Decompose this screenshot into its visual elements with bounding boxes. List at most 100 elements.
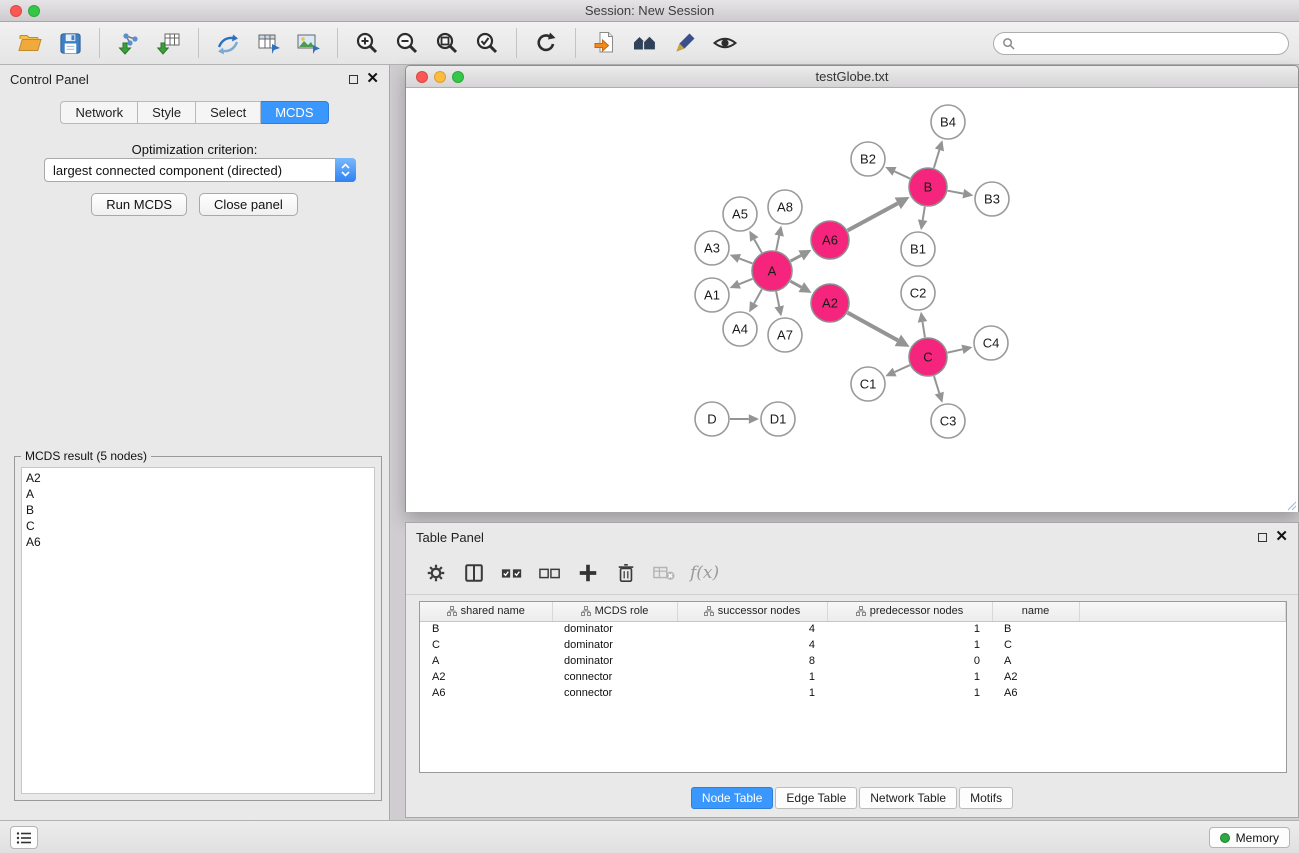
column-header-name[interactable]: name: [992, 602, 1079, 621]
table-cell[interactable]: C: [420, 637, 552, 653]
table-row[interactable]: Bdominator41B: [420, 621, 1286, 637]
table-cell[interactable]: 1: [827, 637, 992, 653]
graph-edge[interactable]: [754, 239, 761, 252]
show-columns-button[interactable]: [458, 558, 490, 588]
delete-column-button[interactable]: [610, 558, 642, 588]
graph-edge[interactable]: [848, 203, 898, 230]
network-canvas[interactable]: AA6A2BCA1A3A4A5A7A8B1B2B3B4C1C2C3C4DD1: [406, 88, 1298, 512]
column-header-successor-nodes[interactable]: successor nodes: [677, 602, 827, 621]
optimization-criterion-dropdown[interactable]: largest connected component (directed): [44, 158, 356, 182]
network-window-titlebar[interactable]: testGlobe.txt: [406, 66, 1298, 88]
table-cell[interactable]: A: [992, 653, 1079, 669]
graph-edge[interactable]: [894, 171, 909, 178]
tab-network[interactable]: Network: [60, 101, 138, 124]
close-traffic-light[interactable]: [10, 5, 22, 17]
table-cell[interactable]: 1: [677, 669, 827, 685]
graph-edge[interactable]: [948, 191, 964, 194]
table-cell[interactable]: 1: [827, 685, 992, 701]
refresh-button[interactable]: [529, 26, 563, 60]
mcds-result-list[interactable]: A2ABCA6: [21, 467, 375, 794]
graph-edge[interactable]: [923, 322, 925, 337]
save-session-button[interactable]: [53, 26, 87, 60]
table-cell[interactable]: 1: [827, 669, 992, 685]
tab-style[interactable]: Style: [138, 101, 196, 124]
column-header-mcds-role[interactable]: MCDS role: [552, 602, 677, 621]
tab-network-table[interactable]: Network Table: [859, 787, 957, 809]
table-cell[interactable]: 1: [677, 685, 827, 701]
export-document-button[interactable]: [588, 26, 622, 60]
float-panel-icon[interactable]: [349, 75, 358, 84]
mcds-result-item[interactable]: A2: [26, 470, 370, 486]
column-header-shared-name[interactable]: shared name: [420, 602, 552, 621]
graph-edge[interactable]: [739, 279, 752, 284]
select-all-columns-button[interactable]: [496, 558, 528, 588]
graph-edge[interactable]: [923, 207, 925, 220]
table-cell[interactable]: A2: [420, 669, 552, 685]
delete-table-button[interactable]: [648, 558, 680, 588]
toolbar-search[interactable]: [993, 32, 1289, 55]
task-history-button[interactable]: [10, 826, 38, 849]
graph-edge[interactable]: [739, 258, 752, 263]
zoom-selected-button[interactable]: [470, 26, 504, 60]
table-row[interactable]: A2connector11A2: [420, 669, 1286, 685]
show-all-networks-button[interactable]: [628, 26, 662, 60]
tab-mcds[interactable]: MCDS: [261, 101, 328, 124]
tab-node-table[interactable]: Node Table: [691, 787, 774, 809]
zoom-in-button[interactable]: [350, 26, 384, 60]
graph-edge[interactable]: [934, 150, 940, 168]
table-cell[interactable]: connector: [552, 685, 677, 701]
zoom-traffic-light[interactable]: [28, 5, 40, 17]
column-header-predecessor-nodes[interactable]: predecessor nodes: [827, 602, 992, 621]
tab-motifs[interactable]: Motifs: [959, 787, 1013, 809]
table-cell[interactable]: A6: [992, 685, 1079, 701]
new-table-button[interactable]: [251, 26, 285, 60]
network-close-traffic-light[interactable]: [416, 71, 428, 83]
resize-grip-icon[interactable]: [1285, 499, 1297, 511]
table-settings-button[interactable]: [420, 558, 452, 588]
export-image-button[interactable]: [291, 26, 325, 60]
table-cell[interactable]: dominator: [552, 653, 677, 669]
graph-edge[interactable]: [791, 255, 802, 261]
close-panel-button[interactable]: Close panel: [199, 193, 298, 216]
close-panel-icon[interactable]: ✕: [366, 73, 379, 85]
table-row[interactable]: Cdominator41C: [420, 637, 1286, 653]
table-cell[interactable]: connector: [552, 669, 677, 685]
close-table-panel-icon[interactable]: ✕: [1275, 531, 1288, 543]
import-table-button[interactable]: [152, 26, 186, 60]
table-cell[interactable]: 1: [827, 621, 992, 637]
table-cell[interactable]: dominator: [552, 637, 677, 653]
graph-edge[interactable]: [848, 313, 898, 341]
run-mcds-button[interactable]: Run MCDS: [91, 193, 187, 216]
table-cell[interactable]: 0: [827, 653, 992, 669]
table-cell[interactable]: 4: [677, 637, 827, 653]
node-table[interactable]: shared name MCDS role successor nodes pr…: [419, 601, 1287, 773]
table-cell[interactable]: A2: [992, 669, 1079, 685]
graph-edge[interactable]: [934, 376, 939, 393]
table-cell[interactable]: 4: [677, 621, 827, 637]
search-input[interactable]: [1015, 36, 1280, 50]
mcds-result-item[interactable]: A6: [26, 534, 370, 550]
toggle-visibility-button[interactable]: [708, 26, 742, 60]
memory-button[interactable]: Memory: [1209, 827, 1290, 848]
network-minimize-traffic-light[interactable]: [434, 71, 446, 83]
graph-edge[interactable]: [790, 281, 801, 287]
open-session-button[interactable]: [13, 26, 47, 60]
table-cell[interactable]: 8: [677, 653, 827, 669]
mcds-result-item[interactable]: A: [26, 486, 370, 502]
table-cell[interactable]: B: [420, 621, 552, 637]
zoom-out-button[interactable]: [390, 26, 424, 60]
table-cell[interactable]: B: [992, 621, 1079, 637]
graph-edge[interactable]: [776, 292, 779, 307]
tab-select[interactable]: Select: [196, 101, 261, 124]
table-cell[interactable]: C: [992, 637, 1079, 653]
mcds-result-item[interactable]: B: [26, 502, 370, 518]
float-table-panel-icon[interactable]: [1258, 533, 1267, 542]
graph-edge[interactable]: [776, 236, 779, 251]
import-network-button[interactable]: [112, 26, 146, 60]
create-column-button[interactable]: [572, 558, 604, 588]
network-zoom-traffic-light[interactable]: [452, 71, 464, 83]
deselect-all-columns-button[interactable]: [534, 558, 566, 588]
mcds-result-item[interactable]: C: [26, 518, 370, 534]
new-network-button[interactable]: [211, 26, 245, 60]
graph-edge[interactable]: [895, 365, 910, 372]
